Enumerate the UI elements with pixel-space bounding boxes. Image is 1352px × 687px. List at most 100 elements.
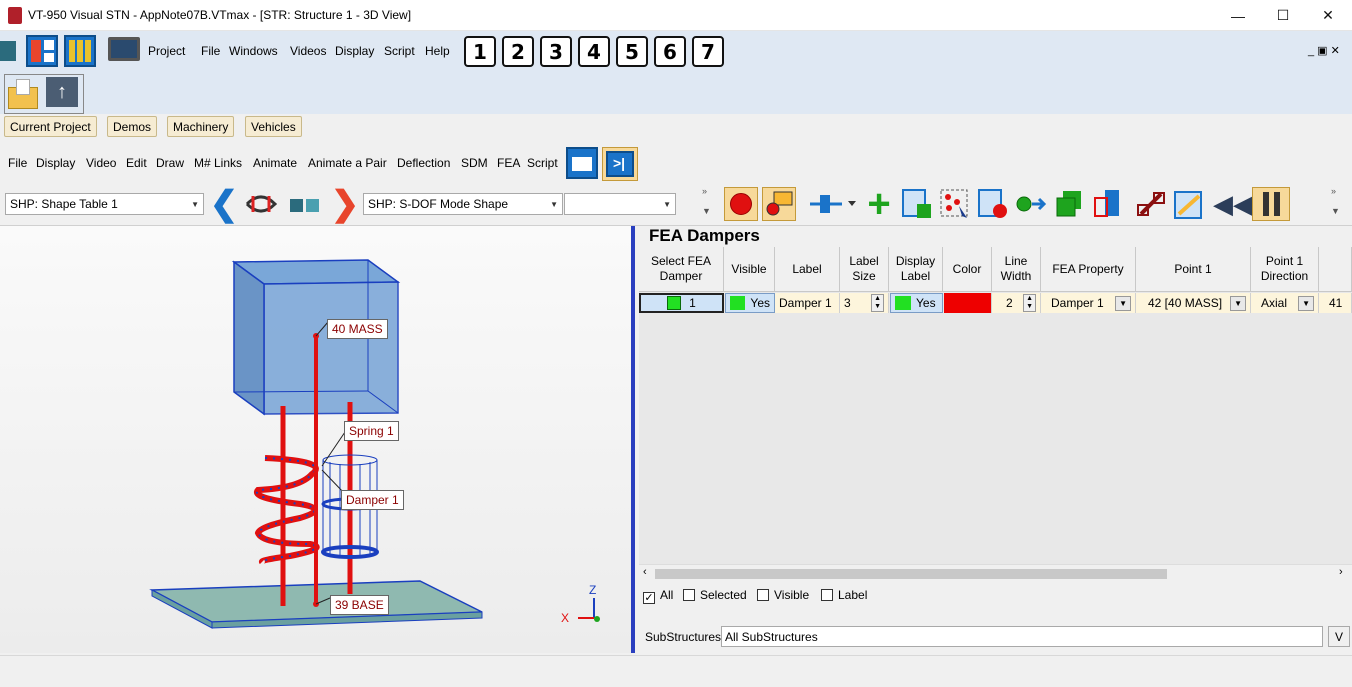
menu2-animate-pair[interactable]: Animate a Pair [308, 156, 387, 170]
move-copy-icon[interactable] [1090, 187, 1124, 221]
structure-3d-view[interactable]: 40 MASS Spring 1 Damper 1 39 BASE Z X [0, 226, 631, 653]
checklist-delete-icon[interactable] [976, 187, 1010, 221]
menu2-animate[interactable]: Animate [253, 156, 297, 170]
col-label-size[interactable]: Label Size [840, 247, 889, 292]
fea-property-cell[interactable]: Damper 1 ▼ [1041, 293, 1136, 313]
menu2-draw[interactable]: Draw [156, 156, 184, 170]
split-panel-icon[interactable]: >| [602, 147, 638, 181]
line-width-spinner[interactable]: ▲ ▼ [1023, 294, 1036, 312]
chevron-down-icon[interactable]: ▼ [1230, 295, 1246, 311]
extra-select[interactable]: ▼ [564, 193, 676, 215]
filter-label[interactable]: Label [821, 588, 867, 602]
label-size-spinner[interactable]: ▲ ▼ [871, 294, 884, 312]
cube-icon[interactable] [0, 41, 16, 61]
tab-vehicles[interactable]: Vehicles [245, 116, 302, 137]
col-visible[interactable]: Visible [724, 247, 775, 292]
substructures-input[interactable]: All SubStructures [721, 626, 1323, 647]
menu2-script[interactable]: Script [527, 156, 558, 170]
menu2-video[interactable]: Video [86, 156, 116, 170]
menu2-fea[interactable]: FEA [497, 156, 520, 170]
maximize-button[interactable]: ☐ [1260, 0, 1306, 31]
previous-arrow-icon[interactable]: ❮ [207, 185, 241, 223]
record-icon[interactable] [724, 187, 758, 221]
connector-dropdown-icon[interactable] [808, 187, 860, 221]
filter-selected[interactable]: Selected [683, 588, 747, 602]
col-color[interactable]: Color [943, 247, 992, 292]
color-cell[interactable] [944, 293, 992, 313]
next-arrow-icon[interactable]: ❯ [328, 185, 362, 223]
scroll-right-icon[interactable]: › [1339, 566, 1343, 578]
menu-display[interactable]: Display [335, 44, 374, 58]
col-fea-property[interactable]: FEA Property [1041, 247, 1136, 292]
number-button-6[interactable]: 6 [654, 36, 686, 67]
scroll-thumb[interactable] [655, 569, 1167, 579]
tab-machinery[interactable]: Machinery [167, 116, 235, 137]
menu2-deflection[interactable]: Deflection [397, 156, 450, 170]
panel-splitter[interactable] [631, 226, 635, 653]
checkbox-icon[interactable] [821, 589, 833, 601]
layout-icon[interactable] [26, 35, 58, 67]
select-points-icon[interactable] [938, 187, 972, 221]
line-width-cell[interactable]: 2 ▲ ▼ [992, 293, 1041, 313]
menu-windows[interactable]: Windows [229, 44, 278, 58]
spring-link-icon[interactable] [244, 187, 278, 221]
checkbox-icon[interactable] [757, 589, 769, 601]
number-button-3[interactable]: 3 [540, 36, 572, 67]
cubes-icon[interactable] [288, 187, 322, 221]
col-point1-direction[interactable]: Point 1 Direction [1251, 247, 1319, 292]
chevron-down-icon[interactable]: ▼ [1298, 295, 1314, 311]
shape-table-select[interactable]: SHP: Shape Table 1 ▼ [5, 193, 204, 215]
checkbox-icon[interactable] [683, 589, 695, 601]
link-icon[interactable] [1134, 187, 1168, 221]
overflow-chevron-right-icon[interactable]: » ▼ [1331, 186, 1340, 216]
substructures-button[interactable]: V [1328, 626, 1350, 647]
tab-demos[interactable]: Demos [107, 116, 158, 137]
mode-shape-select[interactable]: SHP: S-DOF Mode Shape ▼ [363, 193, 563, 215]
checkbox-checked-icon[interactable]: ✓ [643, 592, 655, 604]
horizontal-scrollbar[interactable]: ‹ › [639, 564, 1352, 581]
label-cell[interactable]: Damper 1 [775, 293, 840, 313]
visible-cell[interactable]: Yes [725, 293, 775, 313]
menu-project[interactable]: Project [148, 44, 185, 58]
filter-all[interactable]: ✓ All [643, 588, 673, 604]
menu-help[interactable]: Help [425, 44, 450, 58]
col-line-width[interactable]: Line Width [992, 247, 1041, 292]
chevron-down-icon[interactable]: ▼ [1115, 295, 1131, 311]
menu-file[interactable]: File [201, 44, 220, 58]
tab-current-project[interactable]: Current Project [4, 116, 97, 137]
point1-direction-cell[interactable]: Axial ▼ [1251, 293, 1319, 313]
col-next[interactable] [1319, 247, 1352, 292]
add-icon[interactable]: + [862, 182, 896, 226]
col-label[interactable]: Label [775, 247, 840, 292]
upload-folder-icon[interactable]: ↑ [46, 77, 78, 107]
menu2-sdm[interactable]: SDM [461, 156, 488, 170]
scroll-left-icon[interactable]: ‹ [643, 566, 647, 578]
col-point1[interactable]: Point 1 [1136, 247, 1251, 292]
rewind-icon[interactable]: ◀◀ [1213, 187, 1253, 221]
number-button-4[interactable]: 4 [578, 36, 610, 67]
open-folder-icon[interactable] [8, 77, 40, 109]
window-icon[interactable] [566, 147, 598, 179]
next-cell[interactable]: 41 [1319, 293, 1352, 313]
close-button[interactable]: ✕ [1305, 0, 1351, 31]
display-label-cell[interactable]: Yes [890, 293, 943, 313]
select-cell[interactable]: 1 [639, 293, 724, 313]
number-button-5[interactable]: 5 [616, 36, 648, 67]
menu2-mlinks[interactable]: M# Links [194, 156, 242, 170]
menu2-edit[interactable]: Edit [126, 156, 147, 170]
pause-icon[interactable] [1252, 187, 1290, 221]
monitor-icon[interactable] [108, 37, 140, 61]
col-display-label[interactable]: Display Label [889, 247, 943, 292]
menu-videos[interactable]: Videos [290, 44, 326, 58]
checklist-download-icon[interactable] [900, 187, 934, 221]
point1-cell[interactable]: 42 [40 MASS] ▼ [1136, 293, 1251, 313]
pin-comment-icon[interactable] [762, 187, 796, 221]
menu2-display[interactable]: Display [36, 156, 75, 170]
point-arrow-icon[interactable] [1014, 187, 1048, 221]
number-button-1[interactable]: 1 [464, 36, 496, 67]
number-button-2[interactable]: 2 [502, 36, 534, 67]
draw-tool-icon[interactable] [1172, 187, 1206, 221]
menu-script[interactable]: Script [384, 44, 415, 58]
overflow-chevron-icon[interactable]: » ▼ [702, 186, 711, 216]
number-button-7[interactable]: 7 [692, 36, 724, 67]
